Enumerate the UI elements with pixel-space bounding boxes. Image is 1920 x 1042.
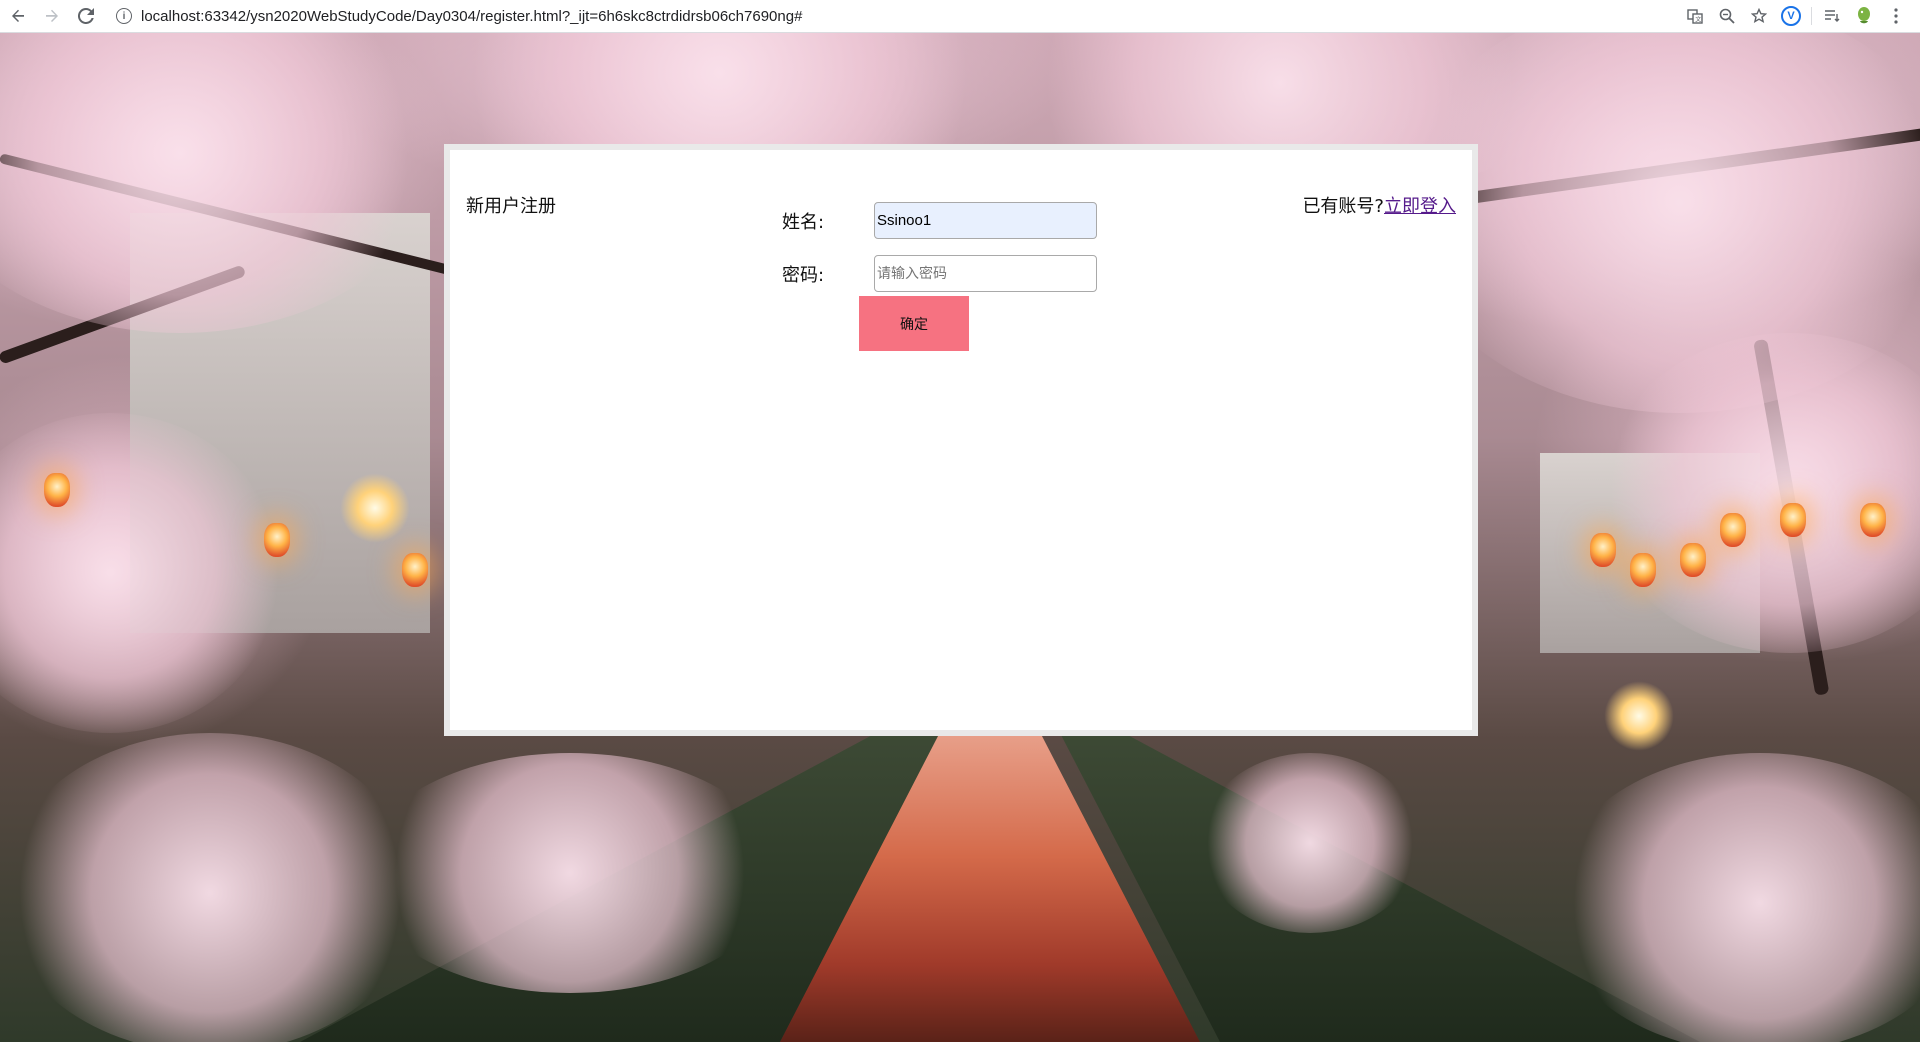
address-bar[interactable]: i localhost:63342/ysn2020WebStudyCode/Da… (110, 3, 1679, 29)
background-lantern (1680, 543, 1706, 577)
toolbar-actions: 文 V (1679, 0, 1920, 33)
password-label: 密码: (782, 264, 825, 286)
submit-button[interactable]: 确定 (859, 296, 969, 351)
extension-v-icon[interactable]: V (1775, 0, 1807, 32)
background-blossom (1200, 753, 1420, 933)
background-lantern (1780, 503, 1806, 537)
login-hint: 已有账号?立即登入 (1302, 192, 1456, 218)
background-lantern (402, 553, 428, 587)
register-panel: 新用户注册 已有账号?立即登入 姓名: 密码: 确定 (444, 144, 1478, 736)
url-text: localhost:63342/ysn2020WebStudyCode/Day0… (141, 7, 803, 25)
name-row: 姓名: (782, 202, 1097, 239)
toolbar-divider (1811, 7, 1812, 25)
background-light-glow (1604, 681, 1674, 751)
forward-icon[interactable] (36, 0, 68, 32)
login-link[interactable]: 立即登入 (1384, 196, 1456, 217)
svg-text:文: 文 (1695, 16, 1701, 24)
background-light-glow (340, 473, 410, 543)
background-lantern (1630, 553, 1656, 587)
browser-toolbar: i localhost:63342/ysn2020WebStudyCode/Da… (0, 0, 1920, 33)
reload-icon[interactable] (70, 0, 102, 32)
profile-avatar-icon[interactable] (1848, 0, 1880, 32)
background-lantern (1860, 503, 1886, 537)
background-lantern (264, 523, 290, 557)
background-lantern (1720, 513, 1746, 547)
password-row: 密码: (782, 255, 1097, 292)
login-prompt: 已有账号? (1302, 196, 1384, 217)
back-icon[interactable] (2, 0, 34, 32)
page-title: 新用户注册 (466, 196, 556, 217)
name-input[interactable] (874, 202, 1097, 239)
browser-menu-icon[interactable] (1880, 0, 1912, 32)
extension-v-label: V (1781, 6, 1801, 26)
background-lantern (1590, 533, 1616, 567)
info-icon[interactable]: i (116, 8, 132, 24)
background-blossom (360, 753, 780, 993)
zoom-icon[interactable] (1711, 0, 1743, 32)
reading-list-icon[interactable] (1816, 0, 1848, 32)
translate-icon[interactable]: 文 (1679, 0, 1711, 32)
bookmark-star-icon[interactable] (1743, 0, 1775, 32)
password-input[interactable] (874, 255, 1097, 292)
background-blossom (1550, 753, 1920, 1042)
name-label: 姓名: (782, 211, 825, 233)
background-blossom (0, 733, 420, 1042)
background-lantern (44, 473, 70, 507)
